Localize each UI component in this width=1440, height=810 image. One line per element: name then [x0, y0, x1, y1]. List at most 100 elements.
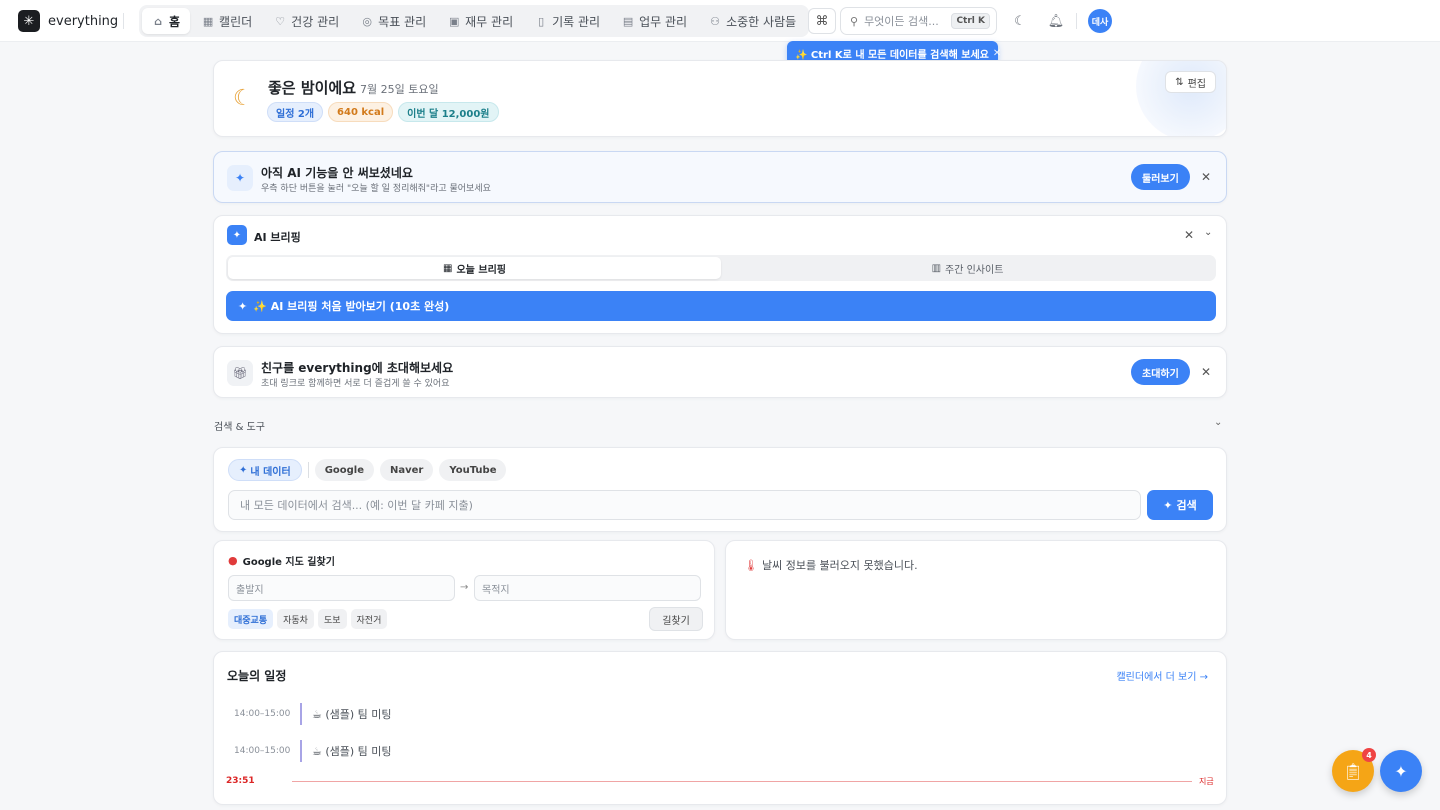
event-color-bar — [300, 703, 302, 725]
tools-section-label[interactable]: 검색 & 도구 — [214, 418, 265, 433]
destination-input[interactable]: 목적지 — [474, 575, 701, 601]
nav-item-label: 기록 관리 — [552, 14, 601, 29]
tab-my-data[interactable]: ✦ 내 데이터 — [228, 459, 302, 481]
weather-error: 🌡︎ 날씨 정보를 불러오지 못했습니다. — [744, 557, 918, 573]
command-palette-button[interactable]: ⌘ — [808, 8, 836, 34]
gift-icon: 🎁︎ — [227, 360, 253, 386]
find-route-button[interactable]: 길찾기 — [649, 607, 703, 631]
search-card: ✦ 내 데이터 Google Naver YouTube 내 모든 데이터에서 … — [213, 447, 1227, 532]
nav-item-home[interactable]: ⌂ 홈 — [142, 8, 191, 34]
tab-google[interactable]: Google — [314, 459, 375, 481]
nav-item-label: 캘린더 — [219, 14, 253, 29]
mode-walk[interactable]: 도보 — [317, 609, 347, 629]
sliders-icon: ⇅ — [1175, 76, 1184, 88]
close-icon[interactable]: ✕ — [1201, 170, 1211, 184]
sparkles-icon: ✦ — [1163, 498, 1173, 512]
global-search[interactable]: ⚲ 무엇이든 검색... Ctrl K — [840, 7, 997, 35]
arrow-right-icon: → — [460, 582, 469, 593]
mode-car[interactable]: 자동차 — [277, 609, 314, 629]
nav-item-work[interactable]: ▤ 업무 관리 — [612, 8, 697, 34]
divider — [307, 462, 309, 478]
nav-item-label: 소중한 사람들 — [726, 14, 797, 29]
heart-icon: ♡ — [275, 14, 286, 28]
tab-youtube[interactable]: YouTube — [439, 459, 507, 481]
ai-promo-card: ✦ 아직 AI 기능을 안 써보셨네요 우측 하단 버튼을 눌러 "오늘 할 일… — [213, 151, 1227, 203]
chevron-down-icon[interactable]: ⌄ — [1204, 227, 1212, 238]
mode-bike[interactable]: 자전거 — [350, 609, 388, 629]
schedule-title: 오늘의 일정 — [227, 669, 287, 683]
first-briefing-button[interactable]: ✦ ✨ AI 브리핑 처음 받아보기 (10초 완성) — [226, 291, 1216, 321]
nav-item-health[interactable]: ♡ 건강 관리 — [264, 8, 349, 34]
calendar-icon: ▦ — [443, 262, 453, 274]
chevron-down-icon[interactable]: ⌄ — [1214, 417, 1222, 428]
maps-title: ● Google 지도 길찾기 — [228, 553, 335, 568]
users-icon: ⚇ — [710, 14, 721, 28]
data-search-input[interactable]: 내 모든 데이터에서 검색... (예: 이번 달 카페 지출) — [228, 490, 1141, 520]
sparkles-icon: ✦ — [239, 464, 248, 476]
event-title: ☕ (샘플) 팀 미팅 — [312, 708, 392, 721]
invite-title: 친구를 everything에 초대해보세요 — [261, 361, 454, 375]
summary-chips: 일정 2개 640 kcal 이번 달 12,000원 — [267, 102, 499, 122]
weather-card: 🌡︎ 날씨 정보를 불러오지 못했습니다. — [725, 540, 1227, 640]
schedule-event[interactable]: 14:00–15:00 ☕ (샘플) 팀 미팅 — [234, 703, 392, 725]
calendar-icon: ▦ — [202, 14, 214, 28]
close-icon[interactable]: ✕ — [993, 48, 1001, 59]
nav-item-goals[interactable]: ◎ 목표 관리 — [351, 8, 436, 34]
schedule-event[interactable]: 14:00–15:00 ☕ (샘플) 팀 미팅 — [234, 740, 392, 762]
calendar-more-link[interactable]: 캘린더에서 더 보기 → — [1116, 668, 1208, 683]
avatar[interactable]: 데사 — [1088, 9, 1112, 33]
maps-title-text: Google 지도 길찾기 — [242, 557, 335, 568]
invite-button[interactable]: 초대하기 — [1131, 359, 1190, 385]
tab-weekly-insight[interactable]: ▥ 주간 인사이트 — [721, 257, 1214, 279]
book-icon: ▯ — [538, 14, 545, 28]
mode-transit[interactable]: 대중교통 — [228, 609, 274, 629]
search-button[interactable]: ✦ 검색 — [1147, 490, 1213, 520]
search-button-label: 검색 — [1176, 499, 1197, 512]
greeting-title: 좋은 밤이에요 — [268, 79, 357, 97]
brand[interactable]: ✳ everything — [18, 10, 118, 32]
divider — [123, 13, 124, 29]
weather-message: 날씨 정보를 불러오지 못했습니다. — [761, 559, 918, 572]
today-schedule-card: 오늘의 일정 캘린더에서 더 보기 → 14:00–15:00 ☕ (샘플) 팀… — [213, 651, 1227, 805]
current-time: 23:51 — [226, 776, 255, 786]
close-icon[interactable]: ✕ — [1201, 365, 1211, 379]
sparkles-icon: ✦ — [238, 299, 248, 313]
nav-item-label: 건강 관리 — [291, 14, 340, 29]
schedule-count-chip[interactable]: 일정 2개 — [267, 102, 324, 122]
nav-item-label: 업무 관리 — [639, 14, 688, 29]
nav-item-people[interactable]: ⚇ 소중한 사람들 — [699, 8, 806, 34]
edit-button[interactable]: ⇅ 편집 — [1165, 71, 1216, 93]
bell-icon[interactable]: 🔔︎ — [1046, 11, 1066, 31]
edit-label: 편집 — [1187, 78, 1206, 90]
close-icon[interactable]: ✕ — [1184, 228, 1194, 242]
brand-name: everything — [48, 13, 119, 29]
ai-assistant-fab[interactable]: ✦ — [1380, 750, 1422, 792]
target-icon: ◎ — [362, 14, 372, 28]
search-icon: ⚲ — [850, 14, 859, 28]
calorie-chip[interactable]: 640 kcal — [328, 102, 394, 122]
invite-subtitle: 초대 링크로 함께하면 서로 더 즐겁게 쓸 수 있어요 — [261, 379, 450, 389]
greeting-card: ☾ 좋은 밤이에요 7월 25일 토요일 일정 2개 640 kcal 이번 달… — [213, 60, 1227, 137]
command-icon: ⌘ — [815, 13, 829, 29]
nav-item-calendar[interactable]: ▦ 캘린더 — [192, 8, 262, 34]
tab-today-briefing[interactable]: ▦ 오늘 브리핑 — [228, 257, 721, 279]
asterisk-icon: ✳ — [18, 10, 40, 32]
tab-naver[interactable]: Naver — [380, 459, 434, 481]
explore-button[interactable]: 둘러보기 — [1131, 164, 1190, 190]
origin-input[interactable]: 출발지 — [228, 575, 455, 601]
nav-item-records[interactable]: ▯ 기록 관리 — [525, 8, 610, 34]
nav-item-finance[interactable]: ▣ 재무 관리 — [438, 8, 523, 34]
ai-briefing-card: ✦ AI 브리핑 ✕ ⌄ ▦ 오늘 브리핑 ▥ 주간 인사이트 ✦ ✨ AI 브… — [213, 215, 1227, 334]
greeting-date: 7월 25일 토요일 — [360, 83, 439, 96]
spending-chip[interactable]: 이번 달 12,000원 — [398, 102, 499, 122]
moon-icon[interactable]: ☾ — [1010, 11, 1030, 31]
promo-subtitle: 우측 하단 버튼을 눌러 "오늘 할 일 정리해줘"라고 물어보세요 — [261, 184, 491, 194]
briefcase-icon: ▤ — [622, 14, 634, 28]
bar-chart-icon: ▥ — [931, 262, 942, 274]
sparkles-icon: ✦ — [227, 225, 247, 245]
briefing-tabs: ▦ 오늘 브리핑 ▥ 주간 인사이트 — [226, 255, 1216, 281]
sparkles-icon: ✦ — [227, 165, 253, 191]
thermometer-icon: 🌡︎ — [744, 558, 758, 572]
event-time: 14:00–15:00 — [234, 746, 291, 756]
moon-icon: ☾ — [233, 86, 253, 111]
